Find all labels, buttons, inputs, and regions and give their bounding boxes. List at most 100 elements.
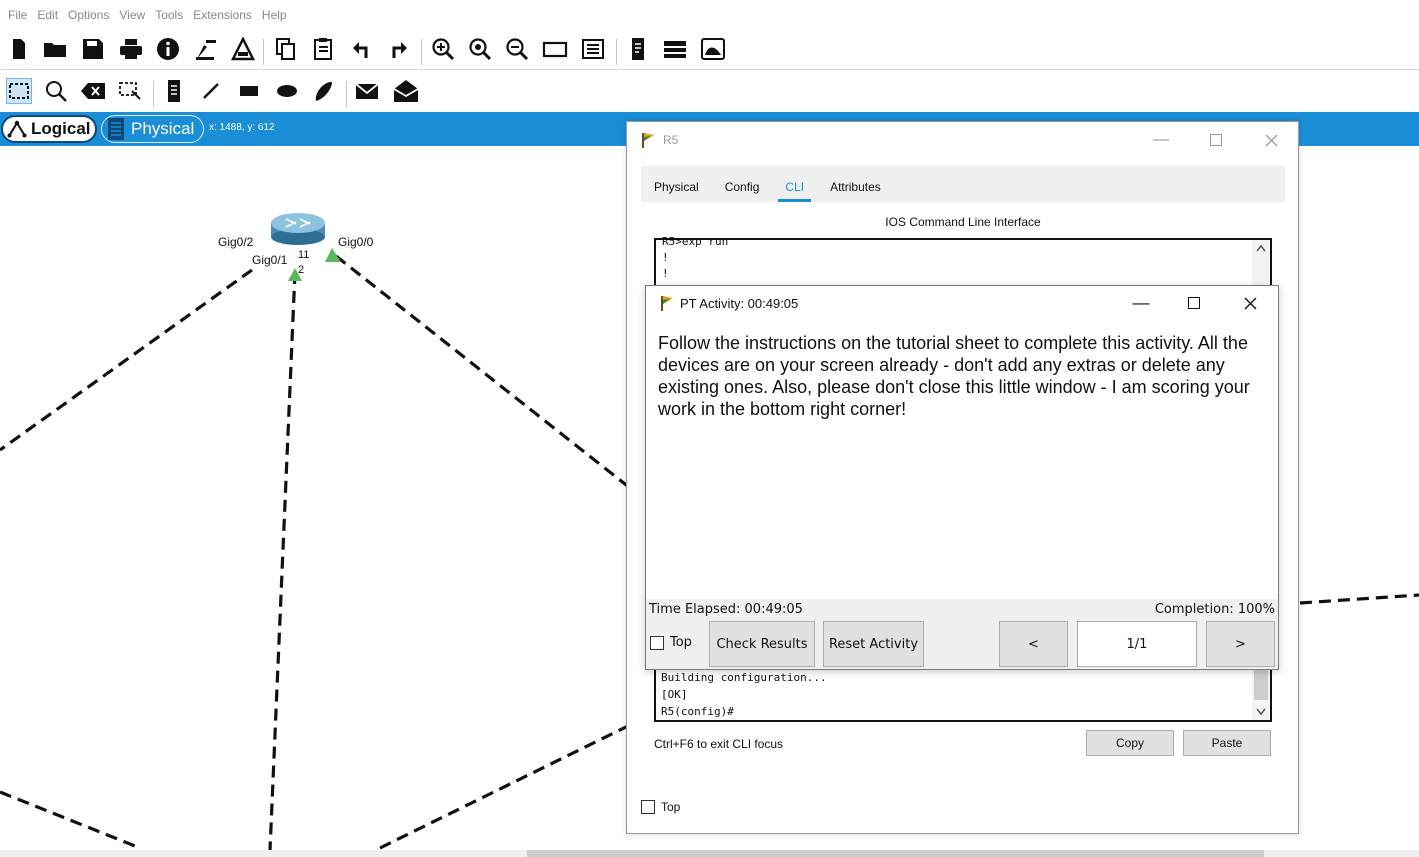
canvas-horizontal-scrollbar[interactable] — [0, 850, 1419, 857]
inspect-icon[interactable] — [43, 78, 69, 104]
next-page-button[interactable]: > — [1206, 621, 1275, 667]
custom-device-icon[interactable] — [580, 36, 606, 62]
cli-scrollbar-thumb[interactable] — [1254, 670, 1268, 700]
packet-tracer-icon — [661, 296, 673, 311]
link-bottom-center — [379, 723, 631, 850]
top-label: Top — [670, 635, 692, 650]
cli-focus-hint: Ctrl+F6 to exit CLI focus — [654, 737, 784, 751]
top-checkbox[interactable] — [650, 635, 664, 650]
zoom-out-icon[interactable] — [504, 36, 530, 62]
save-icon[interactable] — [80, 36, 106, 62]
place-note-icon[interactable] — [161, 78, 187, 104]
port-label-gig02: Gig0/2 — [218, 235, 254, 249]
r5-top-checkbox-row: Top — [641, 800, 680, 814]
drawing-palette-icon[interactable] — [542, 36, 568, 62]
pt-activity-title: PT Activity: 00:49:05 — [680, 296, 799, 311]
maximize-icon[interactable] — [1202, 127, 1230, 153]
info-icon[interactable] — [155, 36, 181, 62]
open-folder-icon[interactable] — [42, 36, 68, 62]
port-label-gig00: Gig0/0 — [338, 235, 374, 249]
palette-icon[interactable] — [230, 36, 256, 62]
cli-line: Building configuration... — [661, 671, 827, 684]
cli-bottom-lines: Building configuration... [OK] R5(config… — [661, 669, 827, 720]
cli-line: R5>exp run — [662, 235, 729, 248]
top-label: Top — [661, 800, 681, 814]
link-gig00 — [335, 254, 631, 490]
menu-edit[interactable]: Edit — [35, 0, 66, 30]
resize-shape-icon[interactable] — [117, 78, 143, 104]
menu-file[interactable]: File — [6, 0, 35, 30]
paste-button[interactable]: Paste — [1183, 730, 1271, 756]
zoom-in-icon[interactable] — [430, 36, 456, 62]
completion-percent: Completion: 100% — [1154, 602, 1275, 617]
activity-footer: Time Elapsed: 00:49:05 Completion: 100% … — [646, 599, 1278, 669]
copy-button[interactable]: Copy — [1086, 730, 1174, 756]
print-icon[interactable] — [118, 36, 144, 62]
add-simple-pdu-icon[interactable] — [355, 78, 381, 104]
top-checkbox[interactable] — [641, 800, 655, 814]
minimize-icon[interactable]: — — [1126, 290, 1156, 316]
menu-view[interactable]: View — [117, 0, 153, 30]
reset-activity-button[interactable]: Reset Activity — [823, 621, 924, 667]
add-complex-pdu-icon[interactable] — [393, 78, 419, 104]
physical-view-button[interactable]: Physical — [101, 115, 204, 143]
packet-tracer-window: File Edit Options View Tools Extensions … — [0, 0, 1419, 857]
tab-attributes[interactable]: Attributes — [817, 166, 894, 202]
freeform-icon[interactable] — [310, 78, 336, 104]
minimize-icon[interactable]: — — [1147, 127, 1175, 153]
previous-page-button[interactable]: < — [999, 621, 1068, 667]
r5-titlebar[interactable]: R5 — — [627, 122, 1298, 158]
cli-top-lines: R5>exp run ! ! — [662, 234, 728, 282]
draw-line-icon[interactable] — [198, 78, 224, 104]
time-elapsed: Time Elapsed: 00:49:05 — [649, 602, 803, 617]
network-wizard-icon[interactable] — [193, 36, 219, 62]
draw-rectangle-icon[interactable] — [236, 78, 262, 104]
menu-options[interactable]: Options — [66, 0, 117, 30]
delete-icon[interactable] — [80, 78, 106, 104]
zoom-reset-icon[interactable] — [467, 36, 493, 62]
menu-help[interactable]: Help — [260, 0, 295, 30]
tab-cli[interactable]: CLI — [772, 166, 817, 202]
undo-icon[interactable] — [348, 36, 374, 62]
link-gig01 — [268, 271, 297, 850]
cli-line: ! — [662, 267, 669, 280]
r5-tabs: Physical Config CLI Attributes — [641, 166, 1285, 202]
scroll-down-icon[interactable] — [1256, 708, 1266, 716]
redo-icon[interactable] — [386, 36, 412, 62]
page-indicator: 1/1 — [1077, 621, 1197, 667]
cli-prompt: R5(config)# — [661, 705, 734, 718]
activity-instructions: Follow the instructions on the tutorial … — [658, 333, 1250, 419]
physical-workspace-icon[interactable] — [700, 36, 726, 62]
tools-toolbar — [0, 70, 1419, 112]
copy-icon[interactable] — [273, 36, 299, 62]
pt-activity-titlebar[interactable]: PT Activity: 00:49:05 — — [646, 286, 1278, 320]
cluster-icon[interactable] — [662, 36, 688, 62]
tab-config[interactable]: Config — [712, 166, 773, 202]
r5-window-title: R5 — [663, 133, 679, 147]
select-icon[interactable] — [6, 78, 32, 104]
scrollbar-thumb[interactable] — [527, 850, 1264, 857]
tab-physical[interactable]: Physical — [641, 166, 712, 202]
pdu-list-icon[interactable] — [625, 36, 651, 62]
maximize-icon[interactable] — [1179, 290, 1209, 316]
menu-bar: File Edit Options View Tools Extensions … — [0, 0, 1419, 30]
port-label-gig01: Gig0/1 — [252, 253, 288, 267]
logical-view-button[interactable]: Logical — [1, 115, 97, 143]
scroll-up-icon[interactable] — [1256, 244, 1266, 252]
menu-extensions[interactable]: Extensions — [191, 0, 260, 30]
link-up-triangle — [325, 248, 341, 262]
link-right — [1299, 593, 1419, 605]
port-label-11: 11 — [298, 249, 310, 261]
new-file-icon[interactable] — [6, 36, 32, 62]
ios-cli-title: IOS Command Line Interface — [885, 215, 1041, 229]
cursor-coordinates: x: 1488, y: 612 — [209, 122, 275, 133]
port-label-2: 2 — [298, 264, 305, 276]
menu-tools[interactable]: Tools — [153, 0, 191, 30]
close-icon[interactable] — [1257, 127, 1285, 153]
close-icon[interactable] — [1235, 290, 1265, 316]
paste-icon[interactable] — [311, 36, 337, 62]
cli-line: ! — [662, 251, 669, 264]
check-results-button[interactable]: Check Results — [709, 621, 815, 667]
draw-ellipse-icon[interactable] — [274, 78, 300, 104]
logical-label: Logical — [31, 119, 91, 138]
